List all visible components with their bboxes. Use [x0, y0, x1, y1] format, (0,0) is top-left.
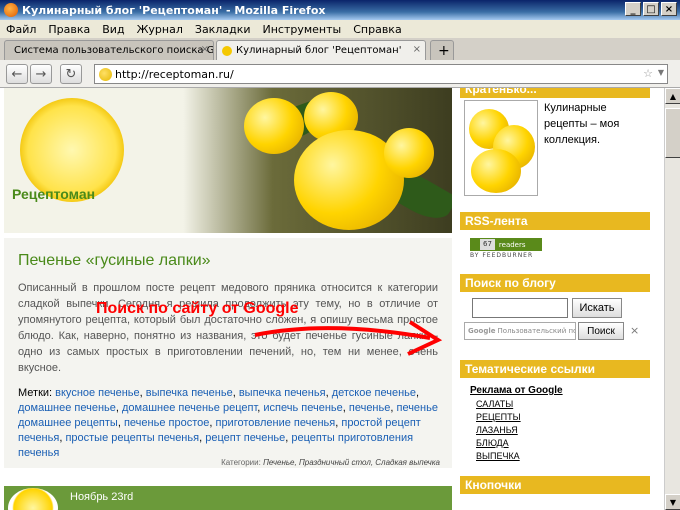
google-search-button[interactable]: Поиск	[578, 322, 624, 340]
feedburner-label: BY FEEDBURNER	[470, 252, 534, 259]
tag-link[interactable]: печенье простое	[124, 417, 209, 429]
window-titlebar: Кулинарный блог 'Рецептоман' - Mozilla F…	[0, 0, 680, 20]
rss-count: 67	[480, 239, 495, 250]
minimize-button[interactable]: _	[625, 2, 641, 16]
ad-link-item[interactable]: ВЫПЕЧКА	[470, 450, 640, 463]
vertical-scrollbar[interactable]: ▲ ▼	[664, 88, 680, 510]
blog-header: Рецептоман	[4, 88, 452, 233]
url-text: http://receptoman.ru/	[115, 67, 234, 81]
ad-link-item[interactable]: ЛАЗАНЬЯ	[470, 424, 640, 437]
site-name[interactable]: Рецептоман	[12, 186, 95, 202]
tag-link[interactable]: домашнее печенье	[18, 402, 116, 414]
tab-label: Кулинарный блог 'Рецептоман'	[236, 45, 402, 56]
tag-link[interactable]: испечь печенье	[263, 402, 342, 414]
scroll-thumb[interactable]	[665, 108, 680, 158]
forward-button[interactable]: →	[30, 64, 52, 84]
ad-link-item[interactable]: САЛАТЫ	[470, 398, 640, 411]
menu-view[interactable]: Вид	[102, 23, 124, 36]
tab-close-icon[interactable]: ×	[413, 44, 421, 55]
post-date: Ноябрь 23rd	[70, 491, 134, 503]
post-title[interactable]: Печенье «гусиные лапки»	[18, 252, 211, 270]
categories-label: Категории:	[221, 458, 261, 467]
window-title: Кулинарный блог 'Рецептоман' - Mozilla F…	[22, 3, 326, 17]
tag-link[interactable]: выпечка печенья	[239, 387, 326, 399]
scroll-down-button[interactable]: ▼	[665, 494, 680, 510]
feedburner-badge[interactable]: 67 readers	[470, 238, 542, 251]
menu-help[interactable]: Справка	[353, 23, 401, 36]
red-arrow-icon	[254, 320, 443, 356]
google-search-input[interactable]: Google Пользовательский поиск	[464, 322, 576, 340]
ad-link[interactable]: Реклама от Google	[470, 384, 640, 397]
post-tags: Метки: вкусное печенье, выпечка печенье,…	[18, 387, 438, 459]
post-categories: Категории: Печенье, Праздничный стол, Сл…	[221, 458, 440, 467]
menu-bar: Файл Правка Вид Журнал Закладки Инструме…	[0, 20, 680, 38]
dropdown-icon[interactable]: ▼	[658, 68, 664, 77]
firefox-icon	[4, 3, 18, 17]
menu-tools[interactable]: Инструменты	[263, 23, 342, 36]
tag-link[interactable]: рецепт печенье	[205, 432, 285, 444]
clear-icon[interactable]: ×	[630, 324, 639, 337]
ad-link-item[interactable]: БЛЮДА	[470, 437, 640, 450]
google-watermark: Google	[468, 327, 496, 335]
lemon-image	[384, 128, 434, 178]
close-button[interactable]: ×	[661, 2, 677, 16]
sidebar: Кратенько... Кулинарные рецепты – моя ко…	[458, 88, 654, 510]
tag-link[interactable]: детское печенье	[332, 387, 416, 399]
tag-link[interactable]: выпечка печенье	[146, 387, 233, 399]
next-post-strip: Ноябрь 23rd	[4, 486, 452, 510]
rss-readers: readers	[498, 240, 526, 249]
lemons-photo	[464, 100, 538, 196]
reload-button[interactable]: ↻	[60, 64, 82, 84]
about-text: Кулинарные рецепты – моя коллекция.	[544, 102, 620, 146]
buttons-heading: Кнопочки	[460, 476, 650, 494]
navigation-bar: ← → ↻ http://receptoman.ru/ ☆ ▼	[0, 60, 680, 88]
lemon-favicon	[222, 45, 232, 56]
links-heading: Тематические ссылки	[460, 360, 650, 378]
bookmark-star-icon[interactable]: ☆	[643, 67, 653, 80]
blog-search-input[interactable]	[472, 298, 568, 318]
new-tab-button[interactable]: +	[430, 40, 454, 60]
blog-search-button[interactable]: Искать	[572, 298, 622, 318]
lemon-slice-image	[8, 488, 58, 510]
ad-links: Реклама от Google САЛАТЫ РЕЦЕПТЫ ЛАЗАНЬЯ…	[470, 384, 640, 463]
tab-bar: Система пользовательского поиска Go... ×…	[0, 38, 680, 60]
menu-history[interactable]: Журнал	[137, 23, 183, 36]
tab-receptoman[interactable]: Кулинарный блог 'Рецептоман' ×	[216, 40, 426, 60]
tags-label: Метки:	[18, 387, 53, 399]
tag-link[interactable]: простые рецепты печенья	[65, 432, 199, 444]
search-heading: Поиск по блогу	[460, 274, 650, 292]
menu-bookmarks[interactable]: Закладки	[195, 23, 251, 36]
google-search-placeholder: Пользовательский поиск	[497, 327, 575, 335]
tab-close-icon[interactable]: ×	[201, 44, 209, 55]
tag-link[interactable]: вкусное печенье	[55, 387, 140, 399]
lemon-image	[244, 98, 304, 154]
page-content: Рецептоман Печенье «гусиные лапки» Описа…	[0, 88, 664, 510]
ad-link-item[interactable]: РЕЦЕПТЫ	[470, 411, 640, 424]
categories-links[interactable]: Печенье, Праздничный стол, Сладкая выпеч…	[263, 458, 440, 467]
maximize-button[interactable]: □	[643, 2, 659, 16]
back-button[interactable]: ←	[6, 64, 28, 84]
tag-link[interactable]: домашнее печенье рецепт	[122, 402, 257, 414]
menu-edit[interactable]: Правка	[48, 23, 90, 36]
site-favicon	[99, 68, 112, 81]
tag-link[interactable]: приготовление печенья	[215, 417, 335, 429]
tab-google-cse[interactable]: Система пользовательского поиска Go... ×	[4, 40, 214, 60]
scroll-up-button[interactable]: ▲	[665, 88, 680, 104]
rss-heading: RSS-лента	[460, 212, 650, 230]
menu-file[interactable]: Файл	[6, 23, 36, 36]
tab-label: Система пользовательского поиска Go...	[14, 45, 214, 56]
tag-link[interactable]: печенье	[349, 402, 390, 414]
about-heading: Кратенько...	[460, 88, 650, 98]
url-bar[interactable]: http://receptoman.ru/ ☆ ▼	[94, 64, 668, 84]
